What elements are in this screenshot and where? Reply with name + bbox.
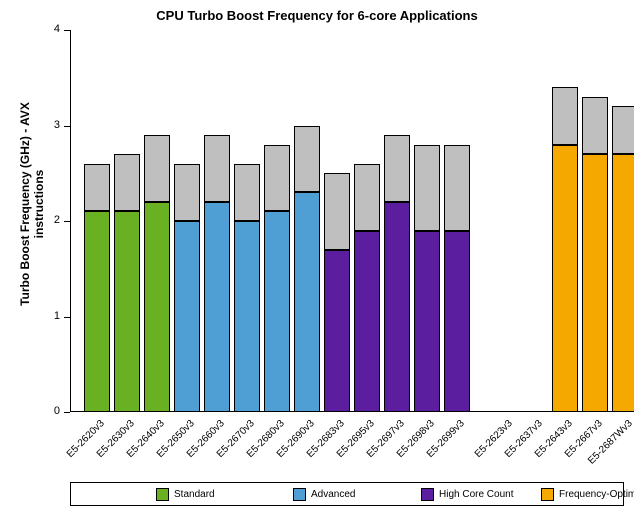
legend-swatch: [541, 487, 554, 501]
legend-label: Frequency-Optimized: [559, 488, 634, 500]
bar-segment-top: [324, 173, 350, 250]
legend-item[interactable]: Advanced: [293, 483, 355, 505]
y-axis-line: [70, 30, 71, 412]
y-tick-label: 4: [53, 23, 60, 35]
bar-segment-top: [174, 163, 200, 221]
bar-segment-base: [204, 201, 230, 412]
legend-swatch: [156, 487, 169, 501]
y-tick-label: 1: [53, 309, 60, 322]
y-tick-mark: [64, 221, 70, 222]
legend-label: Advanced: [311, 488, 356, 500]
bar-segment-top: [354, 163, 380, 231]
y-tick-label: 2: [53, 214, 60, 226]
bar-segment-base: [294, 192, 320, 412]
bar-segment-top: [552, 87, 578, 145]
chart-legend: Standard Advanced High Core Count Frequency…: [70, 482, 634, 506]
bar-segment-base: [114, 211, 140, 412]
bar-segment-top: [144, 135, 170, 202]
y-tick-label: 0: [53, 405, 60, 417]
bar-segment-top: [384, 135, 410, 202]
y-axis-label: Turbo Boost Frequency (GHz) - AVX instru…: [18, 102, 46, 306]
bar-segment-base: [444, 230, 470, 412]
bar-segment-top: [294, 125, 320, 193]
y-tick-mark: [64, 125, 70, 127]
y-tick-mark: [64, 30, 70, 31]
bar-segment-base: [144, 201, 170, 412]
bar-segment-base: [552, 144, 578, 412]
legend-item[interactable]: Standard: [156, 483, 215, 505]
legend-swatch: [421, 487, 434, 501]
legend-item[interactable]: High Core Count: [421, 483, 513, 505]
legend-item[interactable]: Frequency-Optimized: [541, 483, 634, 505]
bar-segment-top: [444, 144, 470, 231]
bar-segment-top: [582, 96, 608, 155]
y-tick-mark: [64, 316, 70, 318]
bar-segment-base: [264, 211, 290, 412]
legend-label: Standard: [174, 488, 215, 500]
bar-segment-top: [264, 144, 290, 212]
legend-swatch: [293, 487, 306, 501]
bar-segment-base: [324, 249, 350, 412]
bar-segment-top: [114, 154, 140, 212]
bar-segment-base: [174, 221, 200, 412]
bar-segment-top: [84, 163, 110, 212]
bar-segment-base: [414, 230, 440, 412]
bar-segment-base: [384, 201, 410, 412]
bar-segment-top: [414, 144, 440, 231]
chart-title: CPU Turbo Boost Frequency for 6-core App…: [156, 8, 478, 23]
legend-label: High Core Count: [439, 488, 514, 500]
bar-segment-base: [84, 211, 110, 412]
plot-area: 01234 E5-2620v3 E5-2630v3 E5-2640v3 E5-2650…: [54, 23, 634, 467]
bar-segment-base: [612, 154, 634, 412]
bar-segment-top: [234, 163, 260, 221]
bar-segment-base: [354, 230, 380, 412]
bar-segment-base: [234, 221, 260, 412]
bar-segment-base: [582, 154, 608, 412]
bar-segment-top: [204, 135, 230, 202]
chart-container: CPU Turbo Boost Frequency for 6-core App…: [0, 0, 634, 510]
y-tick-label: 3: [53, 118, 60, 131]
bar-segment-top: [612, 106, 634, 155]
y-tick-mark: [64, 412, 70, 413]
